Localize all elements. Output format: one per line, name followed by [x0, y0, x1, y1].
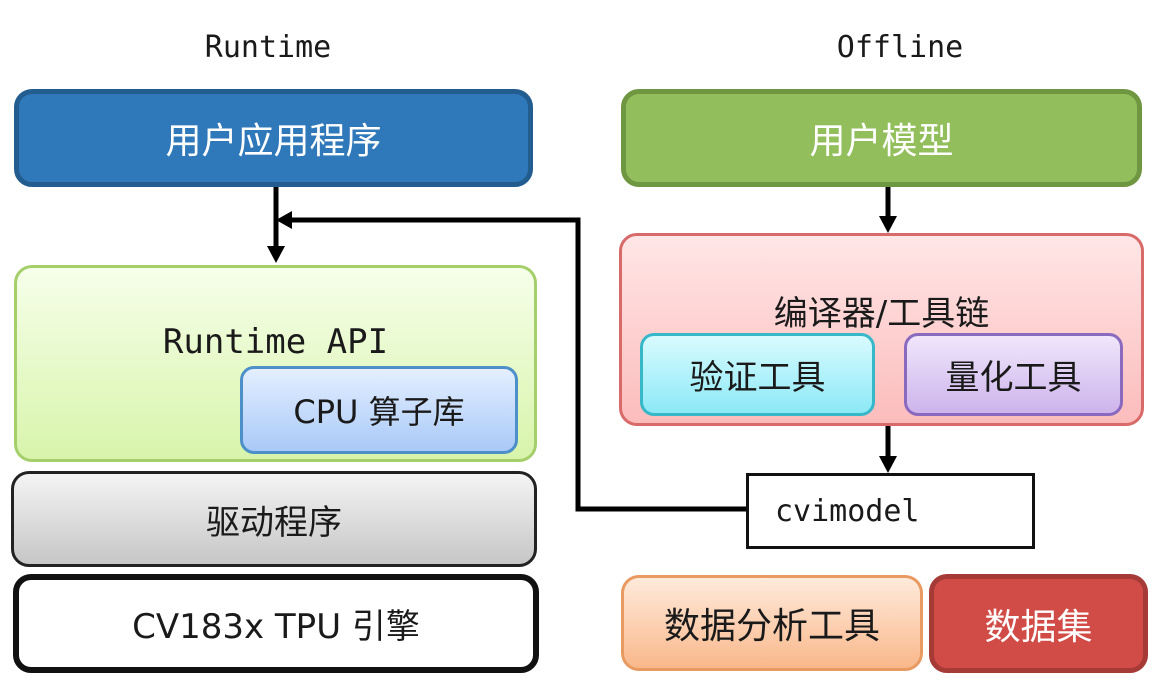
connector-arrows [267, 187, 897, 512]
arrowhead-compiler-to-cvimodel [879, 456, 897, 473]
arrow-cvimodel-to-runtime [290, 217, 746, 512]
arrowhead-app-to-runtime [267, 246, 285, 263]
arrowhead-model-to-compiler [879, 216, 897, 233]
